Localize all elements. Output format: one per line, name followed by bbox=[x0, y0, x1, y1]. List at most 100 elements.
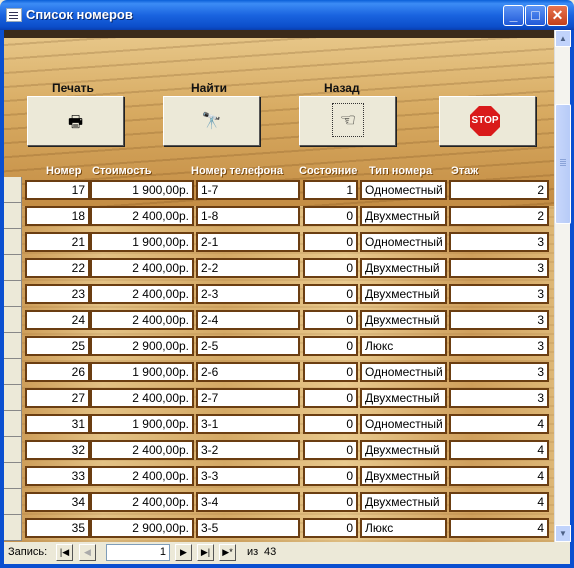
record-selector[interactable] bbox=[4, 177, 22, 203]
record-selector[interactable] bbox=[4, 411, 22, 437]
cell-floor[interactable]: 3 bbox=[449, 284, 549, 304]
cell-number[interactable]: 24 bbox=[25, 310, 90, 330]
previous-record-button[interactable]: ◀ bbox=[79, 544, 96, 561]
last-record-button[interactable]: ▶| bbox=[197, 544, 214, 561]
cell-room-type[interactable]: Одноместный bbox=[360, 362, 447, 382]
cell-state[interactable]: 0 bbox=[303, 518, 358, 538]
cell-state[interactable]: 0 bbox=[303, 310, 358, 330]
cell-phone[interactable]: 2-2 bbox=[196, 258, 300, 278]
record-selector[interactable] bbox=[4, 489, 22, 515]
cell-price[interactable]: 2 400,00р. bbox=[90, 466, 194, 486]
cell-room-type[interactable]: Двухместный bbox=[360, 206, 447, 226]
cell-number[interactable]: 22 bbox=[25, 258, 90, 278]
print-button[interactable]: 🖶 bbox=[27, 96, 124, 146]
cell-number[interactable]: 32 bbox=[25, 440, 90, 460]
cell-room-type[interactable]: Одноместный bbox=[360, 232, 447, 252]
cell-number[interactable]: 21 bbox=[25, 232, 90, 252]
vertical-scrollbar[interactable]: ▲ ▼ bbox=[554, 30, 571, 542]
cell-state[interactable]: 1 bbox=[303, 180, 358, 200]
record-selector[interactable] bbox=[4, 437, 22, 463]
record-selector[interactable] bbox=[4, 515, 22, 541]
cell-number[interactable]: 18 bbox=[25, 206, 90, 226]
cell-phone[interactable]: 3-5 bbox=[196, 518, 300, 538]
cell-price[interactable]: 1 900,00р. bbox=[90, 362, 194, 382]
cell-phone[interactable]: 2-7 bbox=[196, 388, 300, 408]
cell-floor[interactable]: 2 bbox=[449, 180, 549, 200]
cell-state[interactable]: 0 bbox=[303, 336, 358, 356]
cell-price[interactable]: 2 400,00р. bbox=[90, 492, 194, 512]
cell-room-type[interactable]: Двухместный bbox=[360, 388, 447, 408]
cell-room-type[interactable]: Двухместный bbox=[360, 258, 447, 278]
cell-number[interactable]: 33 bbox=[25, 466, 90, 486]
cell-number[interactable]: 35 bbox=[25, 518, 90, 538]
cell-phone[interactable]: 3-2 bbox=[196, 440, 300, 460]
cell-floor[interactable]: 4 bbox=[449, 466, 549, 486]
cell-phone[interactable]: 1-8 bbox=[196, 206, 300, 226]
record-selector[interactable] bbox=[4, 281, 22, 307]
cell-number[interactable]: 27 bbox=[25, 388, 90, 408]
cell-phone[interactable]: 2-5 bbox=[196, 336, 300, 356]
cell-phone[interactable]: 3-4 bbox=[196, 492, 300, 512]
scroll-down-arrow-icon[interactable]: ▼ bbox=[555, 525, 571, 542]
window-titlebar[interactable]: Список номеров _ □ ✕ bbox=[0, 0, 574, 30]
cell-state[interactable]: 0 bbox=[303, 284, 358, 304]
cell-price[interactable]: 2 400,00р. bbox=[90, 310, 194, 330]
cell-phone[interactable]: 2-4 bbox=[196, 310, 300, 330]
cell-floor[interactable]: 2 bbox=[449, 206, 549, 226]
cell-price[interactable]: 2 400,00р. bbox=[90, 388, 194, 408]
cell-number[interactable]: 17 bbox=[25, 180, 90, 200]
cell-price[interactable]: 2 400,00р. bbox=[90, 284, 194, 304]
cell-number[interactable]: 23 bbox=[25, 284, 90, 304]
record-selector[interactable] bbox=[4, 385, 22, 411]
back-button[interactable]: ☜ bbox=[299, 96, 396, 146]
cell-phone[interactable]: 3-1 bbox=[196, 414, 300, 434]
record-selector[interactable] bbox=[4, 229, 22, 255]
cell-room-type[interactable]: Люкс bbox=[360, 518, 447, 538]
cell-phone[interactable]: 1-7 bbox=[196, 180, 300, 200]
cell-price[interactable]: 2 400,00р. bbox=[90, 258, 194, 278]
cell-phone[interactable]: 3-3 bbox=[196, 466, 300, 486]
cell-price[interactable]: 2 900,00р. bbox=[90, 518, 194, 538]
record-selector[interactable] bbox=[4, 255, 22, 281]
cell-state[interactable]: 0 bbox=[303, 466, 358, 486]
first-record-button[interactable]: |◀ bbox=[56, 544, 73, 561]
cell-price[interactable]: 1 900,00р. bbox=[90, 180, 194, 200]
cell-floor[interactable]: 3 bbox=[449, 258, 549, 278]
cell-room-type[interactable]: Одноместный bbox=[360, 414, 447, 434]
record-selector[interactable] bbox=[4, 307, 22, 333]
cell-floor[interactable]: 4 bbox=[449, 440, 549, 460]
next-record-button[interactable]: ▶ bbox=[175, 544, 192, 561]
cell-price[interactable]: 1 900,00р. bbox=[90, 232, 194, 252]
record-selector[interactable] bbox=[4, 359, 22, 385]
cell-state[interactable]: 0 bbox=[303, 362, 358, 382]
exit-button[interactable]: STOP bbox=[439, 96, 536, 146]
cell-state[interactable]: 0 bbox=[303, 258, 358, 278]
cell-room-type[interactable]: Двухместный bbox=[360, 310, 447, 330]
cell-number[interactable]: 26 bbox=[25, 362, 90, 382]
cell-floor[interactable]: 4 bbox=[449, 518, 549, 538]
minimize-button[interactable]: _ bbox=[503, 5, 524, 26]
cell-state[interactable]: 0 bbox=[303, 492, 358, 512]
record-selector[interactable] bbox=[4, 203, 22, 229]
cell-state[interactable]: 0 bbox=[303, 388, 358, 408]
cell-number[interactable]: 31 bbox=[25, 414, 90, 434]
cell-state[interactable]: 0 bbox=[303, 232, 358, 252]
cell-state[interactable]: 0 bbox=[303, 414, 358, 434]
record-selector[interactable] bbox=[4, 463, 22, 489]
cell-floor[interactable]: 3 bbox=[449, 362, 549, 382]
current-record-input[interactable]: 1 bbox=[106, 544, 170, 561]
cell-number[interactable]: 25 bbox=[25, 336, 90, 356]
cell-floor[interactable]: 3 bbox=[449, 388, 549, 408]
cell-room-type[interactable]: Одноместный bbox=[360, 180, 447, 200]
cell-phone[interactable]: 2-1 bbox=[196, 232, 300, 252]
cell-room-type[interactable]: Двухместный bbox=[360, 466, 447, 486]
cell-state[interactable]: 0 bbox=[303, 206, 358, 226]
record-selector[interactable] bbox=[4, 333, 22, 359]
cell-phone[interactable]: 2-3 bbox=[196, 284, 300, 304]
scroll-thumb[interactable] bbox=[555, 104, 571, 224]
scroll-up-arrow-icon[interactable]: ▲ bbox=[555, 30, 571, 47]
cell-room-type[interactable]: Двухместный bbox=[360, 492, 447, 512]
cell-room-type[interactable]: Люкс bbox=[360, 336, 447, 356]
maximize-button[interactable]: □ bbox=[525, 5, 546, 26]
cell-price[interactable]: 1 900,00р. bbox=[90, 414, 194, 434]
